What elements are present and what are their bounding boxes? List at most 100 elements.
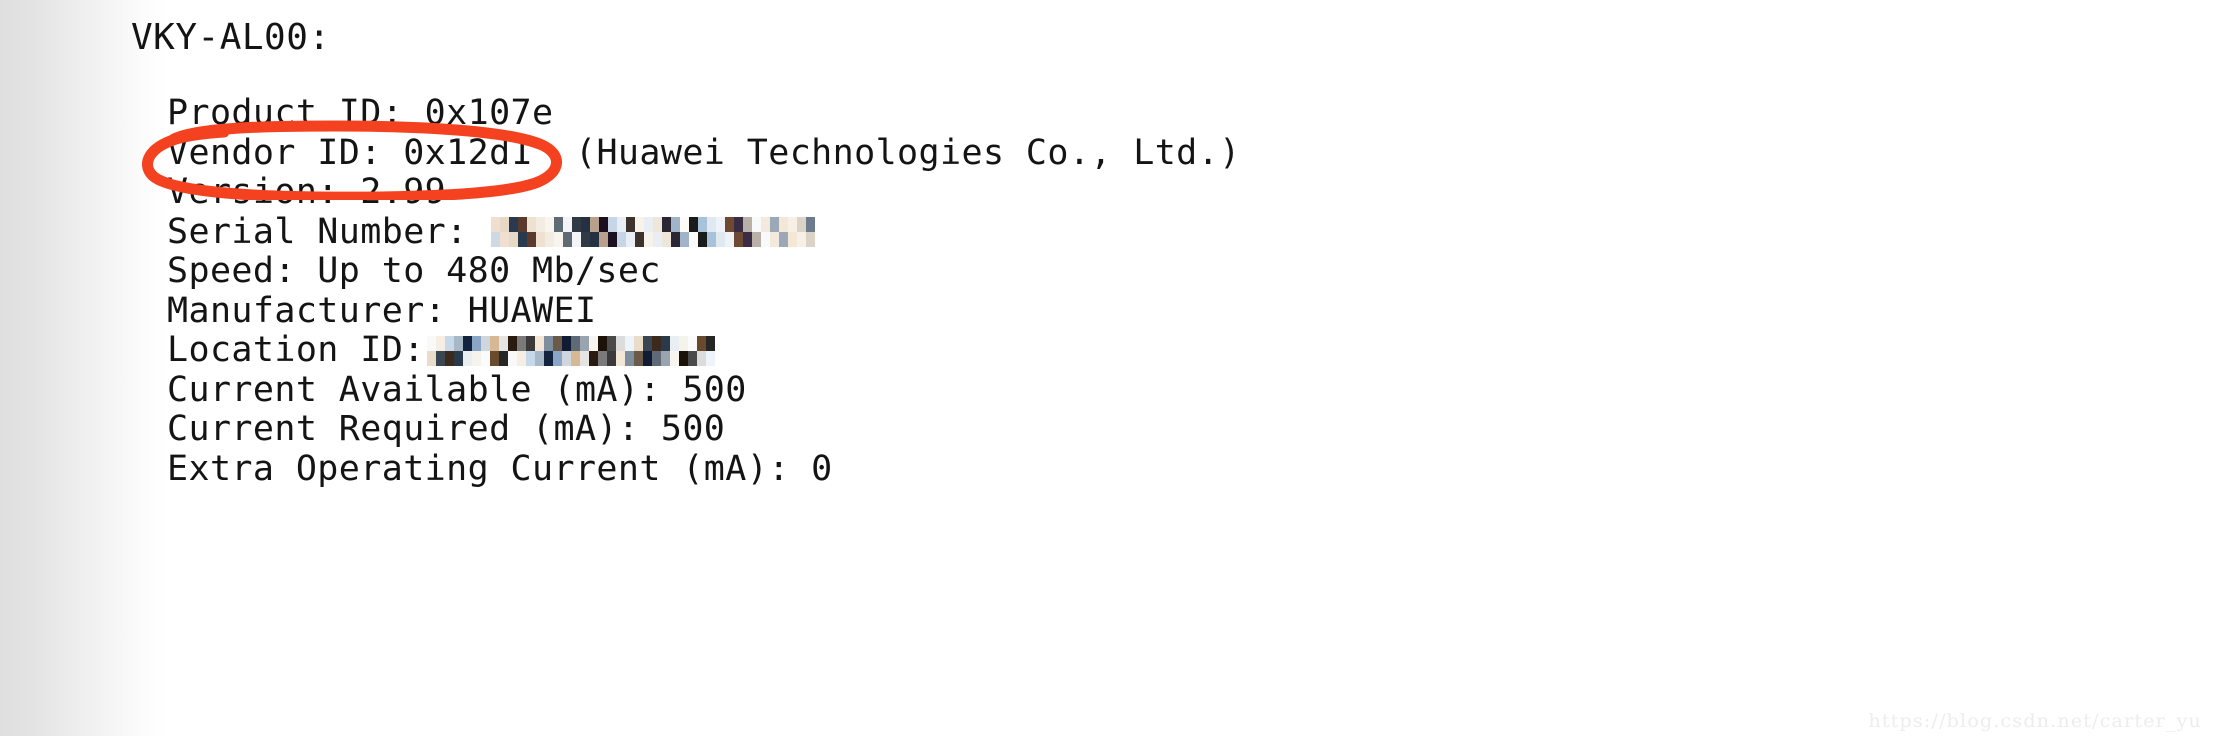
redaction-pixel [525,350,535,366]
redaction-pixel [687,335,697,351]
redaction-pixel [660,335,670,351]
redaction-pixel [752,217,762,233]
info-line-label: Product ID: 0x107e [167,93,554,133]
redaction-pixel [687,350,697,366]
redaction-pixel [678,350,688,366]
info-line-label: Current Available (mA): 500 [167,369,747,410]
redaction-pixel [626,217,636,233]
redaction-pixel [806,217,816,233]
info-line: Vendor ID: 0x12d1 (Huawei Technologies C… [167,132,2067,174]
redaction-pixel [689,232,699,248]
redaction-pixel [489,350,499,366]
info-line: Current Required (mA): 500 [167,409,2067,450]
redaction-pixel [435,350,445,366]
redaction-pixel [617,217,627,233]
redaction-pixel [590,232,600,248]
redaction-pixel [491,232,501,248]
redaction-pixel [534,350,544,366]
redaction-pixel [480,335,490,351]
info-line: Product ID: 0x107e [167,93,2067,134]
info-line-label: Location ID: [167,330,425,370]
redaction-row [491,232,816,248]
redaction-pixel [716,217,726,233]
info-line-label: Manufacturer: HUAWEI [167,290,597,331]
redaction-pixel [518,217,528,233]
redaction-pixel [581,217,591,233]
redaction-pixel [662,232,672,248]
redaction-pixel [536,232,546,248]
redaction-pixel [552,335,562,351]
redaction-pixel [581,232,591,248]
redaction-pixel [561,350,571,366]
redaction-pixel [608,217,618,233]
redaction-pixel [707,217,717,233]
redaction-pixel [680,217,690,233]
info-line-label: Version: 2.99 [167,172,447,212]
redaction-pixel [635,217,645,233]
redaction-pixel [743,232,753,248]
info-line: Extra Operating Current (mA): 0 [167,448,2067,490]
redaction-pixel [500,217,510,233]
info-line-label: Vendor ID: 0x12d1 [167,132,533,173]
redaction-pixel [471,335,481,351]
redaction-pixel [525,335,535,351]
redaction-row [426,335,715,351]
redaction-pixel [770,232,780,248]
redaction-pixel [606,335,616,351]
redaction-pixel [651,350,661,366]
redaction-pixel [453,335,463,351]
redaction-pixel [572,232,582,248]
redaction-pixel [660,350,670,366]
redaction-pixel [561,335,571,351]
redaction-pixel [462,335,472,351]
redaction-pixel [500,232,510,248]
redaction-pixel [705,350,715,366]
info-line: Current Available (mA): 500 [167,369,2067,411]
redaction-pixel [653,232,663,248]
redaction-pixel [563,217,573,233]
redaction-pixel [518,232,528,248]
info-line-label: Current Required (mA): 500 [167,409,726,449]
redaction-pixel [534,335,544,351]
redaction-pixel [599,217,609,233]
redaction-pixel [489,335,499,351]
redaction-pixel [545,217,555,233]
redaction-pixel [552,350,562,366]
info-line: Location ID: [167,330,2067,371]
info-line-label: Extra Operating Current (mA): 0 [167,448,833,489]
redaction-pixel [642,335,652,351]
redaction-pixel [527,217,537,233]
redaction-pixel [491,217,501,233]
site-watermark: https://blog.csdn.net/carter_yu [1868,710,2202,732]
redaction-pixel [633,335,643,351]
redaction-pixel [669,350,679,366]
redaction-pixel [705,335,715,351]
redaction-pixel [689,217,699,233]
redaction-pixel [444,350,454,366]
redaction-pixel [516,335,526,351]
redaction-pixel [462,350,472,366]
redaction-pixel [444,335,454,351]
redaction-pixel [734,232,744,248]
redaction-pixel [599,232,609,248]
redaction-pixel [779,217,789,233]
redaction-pixel [554,232,564,248]
redaction-pixel [536,217,546,233]
redaction-pixel [572,217,582,233]
redaction-pixel [608,232,618,248]
redaction-pixel [579,350,589,366]
redaction-pixel [563,232,573,248]
info-line: Speed: Up to 480 Mb/sec [167,251,2067,292]
redaction-pixel [527,232,537,248]
redaction-pixel [543,350,553,366]
redaction-pixel [644,217,654,233]
redaction-pixel [696,350,706,366]
redaction-pixel [698,232,708,248]
info-line: Version: 2.99 [167,172,2067,213]
redaction-pixel [653,217,663,233]
redaction-pixel [734,217,744,233]
redaction-pixel [516,350,526,366]
redaction-row [491,217,816,233]
redaction-pixel [615,350,625,366]
redaction-pixel [743,217,753,233]
